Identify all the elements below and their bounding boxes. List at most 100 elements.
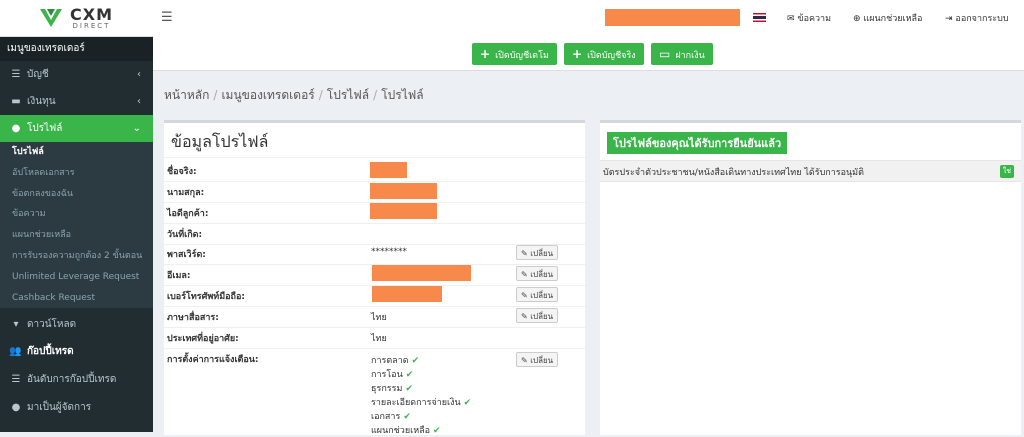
sidebar-item-copytrade-ranking[interactable]: ☰ อันดับการก๊อปปี้เทรด [0, 366, 153, 394]
field-last-name: นามสกุล: [164, 181, 585, 203]
notification-label: การโอน [371, 370, 403, 380]
user-icon: ● [11, 123, 21, 134]
profile-info-panel: ข้อมูลโปรไฟล์ ชื่อจริง: นามสกุล: ไอดีลูก… [164, 120, 585, 437]
approved-badge: ใช่ [999, 165, 1014, 178]
redacted-value [370, 203, 437, 219]
logout-label: ออกจากระบบ [955, 14, 1009, 24]
open-real-account-button[interactable]: + เปิดบัญชีจริง [564, 43, 644, 65]
users-icon: 👥 [9, 346, 22, 358]
edit-email-button[interactable]: ✎ เปลี่ยน [516, 266, 559, 281]
redacted-value [370, 183, 437, 199]
thai-flag-icon[interactable] [753, 13, 766, 22]
top-navbar: ☰ ✉ ข้อความ ⊕ แผนกช่วยเหลือ ⇥ ออกจากระบบ [153, 0, 1024, 37]
field-email: อีเมล: ✎ เปลี่ยน [164, 264, 585, 286]
check-icon: ✔ [433, 426, 441, 436]
breadcrumb-profile[interactable]: โปรไฟล์ [327, 88, 369, 102]
field-label: ไอดีลูกค้า: [167, 209, 209, 219]
submenu-item-profile[interactable]: โปรไฟล์ [0, 142, 153, 163]
field-value: ******** [371, 247, 407, 257]
sidebar-item-label: อันดับการก๊อปปี้เทรด [27, 374, 117, 386]
edit-icon: ✎ [521, 312, 528, 321]
notification-label: ธุรกรรม [371, 384, 403, 394]
chevron-left-icon: ‹ [137, 69, 141, 80]
edit-label: เปลี่ยน [530, 356, 554, 365]
sidebar-item-label: บัญชี [27, 69, 49, 80]
field-password: พาสเวิร์ด: ******** ✎ เปลี่ยน [164, 243, 585, 265]
submenu-item-2fa[interactable]: การรับรองความถูกต้อง 2 ขั้นตอน [0, 246, 153, 267]
submenu-item-leverage-request[interactable]: Unlimited Leverage Request [0, 267, 153, 288]
submenu-item-agreements[interactable]: ข้อตกลงของฉัน [0, 184, 153, 205]
field-label: วันที่เกิด: [167, 230, 203, 240]
panel-title: ข้อมูลโปรไฟล์ [164, 123, 585, 158]
field-birth-date: วันที่เกิด: [164, 223, 585, 245]
check-icon: ✔ [411, 356, 420, 366]
sidebar-item-label: โปรไฟล์ [27, 123, 63, 134]
verification-row: บัตรประจำตัวประชาชน/หนังสือเดินทางประเทศ… [600, 160, 1021, 182]
submenu-item-messages[interactable]: ข้อความ [0, 204, 153, 225]
redacted-value [370, 162, 407, 178]
edit-notifications-button[interactable]: ✎ เปลี่ยน [516, 352, 559, 367]
chevron-left-icon: ‹ [137, 96, 141, 107]
edit-password-button[interactable]: ✎ เปลี่ยน [516, 245, 559, 260]
sidebar-item-accounts[interactable]: ☰ บัญชี ‹ [0, 61, 153, 88]
logo[interactable]: CXM DIRECT [0, 0, 153, 37]
edit-label: เปลี่ยน [530, 291, 554, 300]
sidebar-item-download[interactable]: ▾ ดาวน์โหลด [0, 311, 153, 338]
redacted-value [372, 265, 471, 281]
field-value: ไทย [371, 313, 387, 323]
notification-item: ธุรกรรม ✔ [371, 381, 413, 395]
sidebar: CXM DIRECT เมนูของเทรดเดอร์ ☰ บัญชี ‹ ▬ เง… [0, 0, 153, 432]
notification-label: รายละเอียดการจ่ายเงิน [371, 398, 461, 408]
breadcrumb-trader-menu[interactable]: เมนูของเทรดเดอร์ [221, 88, 314, 102]
button-label: ฝากเงิน [675, 51, 705, 61]
open-demo-account-button[interactable]: + เปิดบัญชีเดโม [472, 43, 557, 65]
deposit-button[interactable]: ▭ ฝากเงิน [651, 43, 713, 65]
edit-language-button[interactable]: ✎ เปลี่ยน [516, 308, 559, 323]
check-icon: ✔ [405, 384, 413, 394]
field-label: นามสกุล: [167, 188, 205, 198]
edit-mobile-button[interactable]: ✎ เปลี่ยน [516, 287, 559, 302]
profile-submenu: โปรไฟล์ อัปโหลดเอกสาร ข้อตกลงของฉัน ข้อค… [0, 142, 153, 309]
envelope-icon: ✉ [787, 14, 795, 24]
list-icon: ☰ [11, 374, 21, 386]
messages-label: ข้อความ [797, 14, 832, 24]
breadcrumb-home[interactable]: หน้าหลัก [164, 88, 209, 102]
sidebar-item-funds[interactable]: ▬ เงินทุน ‹ [0, 88, 153, 115]
credit-card-icon: ▭ [659, 47, 671, 61]
edit-label: เปลี่ยน [530, 249, 554, 258]
messages-link[interactable]: ✉ ข้อความ [787, 11, 831, 25]
notification-item: รายละเอียดการจ่ายเงิน ✔ [371, 395, 471, 409]
sidebar-item-profile[interactable]: ● โปรไฟล์ ⌄ [0, 115, 153, 142]
logout-link[interactable]: ⇥ ออกจากระบบ [945, 11, 1009, 25]
field-country: ประเทศที่อยู่อาศัย: ไทย [164, 327, 585, 349]
field-label: เบอร์โทรศัพท์มือถือ: [167, 292, 245, 302]
notification-item: การตลาด ✔ [371, 353, 419, 367]
notification-item: แผนกช่วยเหลือ ✔ [371, 423, 441, 437]
sidebar-item-become-manager[interactable]: ● มาเป็นผู้จัดการ [0, 394, 153, 421]
breadcrumb-current: โปรไฟล์ [381, 88, 424, 102]
verification-text: บัตรประจำตัวประชาชน/หนังสือเดินทางประเทศ… [603, 168, 864, 178]
notification-label: เอกสาร [371, 412, 401, 422]
sidebar-group-label: ก๊อปปี้เทรด [27, 346, 74, 358]
user-plus-icon: ● [11, 402, 21, 414]
field-label: ชื่อจริง: [167, 167, 197, 177]
field-client-id: ไอดีลูกค้า: [164, 202, 585, 224]
edit-label: เปลี่ยน [530, 312, 554, 321]
edit-icon: ✎ [521, 291, 528, 300]
download-icon: ▾ [13, 319, 19, 331]
support-label: แผนกช่วยเหลือ [863, 14, 923, 24]
submenu-item-cashback-request[interactable]: Cashback Request [0, 288, 153, 309]
verification-panel: โปรไฟล์ของคุณได้รับการยืนยันแล้ว บัตรประ… [600, 120, 1021, 435]
sidebar-group-copytrade: 👥 ก๊อปปี้เทรด [0, 338, 153, 366]
check-icon: ✔ [403, 412, 411, 422]
support-link[interactable]: ⊕ แผนกช่วยเหลือ [853, 11, 922, 25]
field-label: อีเมล: [167, 271, 191, 281]
hamburger-menu-icon[interactable]: ☰ [161, 10, 173, 25]
redacted-value [372, 286, 442, 302]
check-icon: ✔ [405, 370, 414, 380]
plus-icon: + [572, 47, 583, 61]
logo-mark-icon [40, 9, 62, 27]
submenu-item-upload-docs[interactable]: อัปโหลดเอกสาร [0, 163, 153, 184]
submenu-item-support[interactable]: แผนกช่วยเหลือ [0, 225, 153, 246]
field-label: ประเทศที่อยู่อาศัย: [167, 334, 239, 344]
